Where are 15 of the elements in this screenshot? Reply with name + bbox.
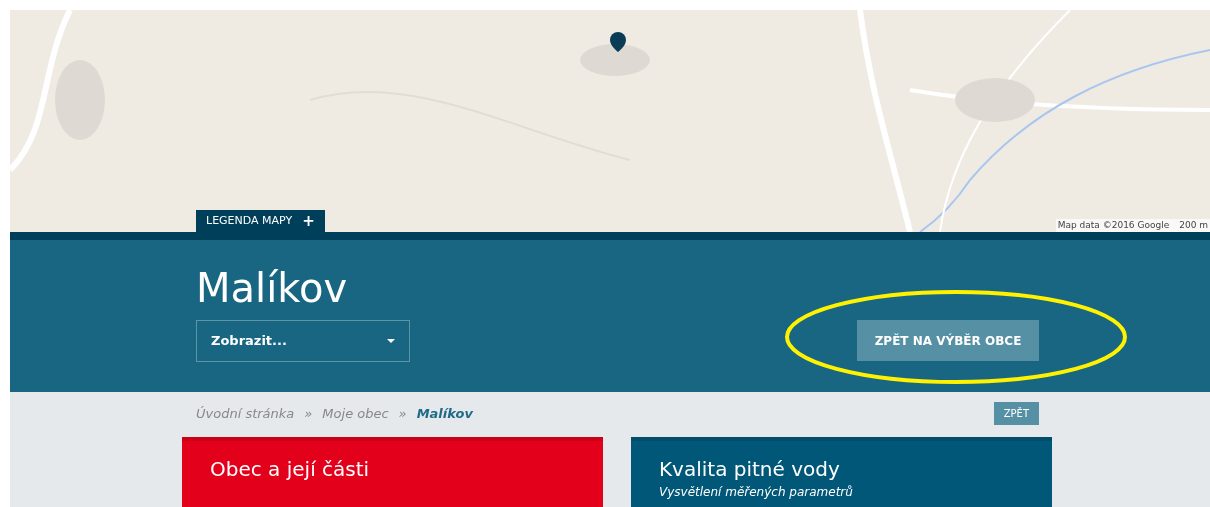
back-button[interactable]: ZPĚT — [993, 402, 1039, 425]
map-attribution: Map data ©2016 Google — [1057, 218, 1170, 232]
page-title: Malíkov — [196, 264, 348, 312]
card-title: Kvalita pitné vody — [659, 457, 840, 481]
breadcrumb-link[interactable]: Úvodní stránka — [196, 403, 295, 424]
card-subtitle: Vysvětlení měřených parametrů — [659, 485, 853, 499]
breadcrumb-current: Malíkov — [416, 404, 473, 423]
map-legend-tab[interactable]: LEGENDA MAPY + — [196, 210, 325, 232]
breadcrumb-separator: » — [398, 404, 407, 423]
map-scale: 200 m — [1179, 218, 1208, 232]
card-title: Obec a její části — [210, 457, 370, 481]
breadcrumb-link[interactable]: Moje obec — [322, 403, 389, 424]
show-dropdown[interactable]: Zobrazit... — [196, 320, 410, 362]
back-to-selection-button[interactable]: ZPĚT NA VÝBĚR OBCE — [857, 320, 1039, 361]
breadcrumb-separator: » — [304, 404, 313, 423]
